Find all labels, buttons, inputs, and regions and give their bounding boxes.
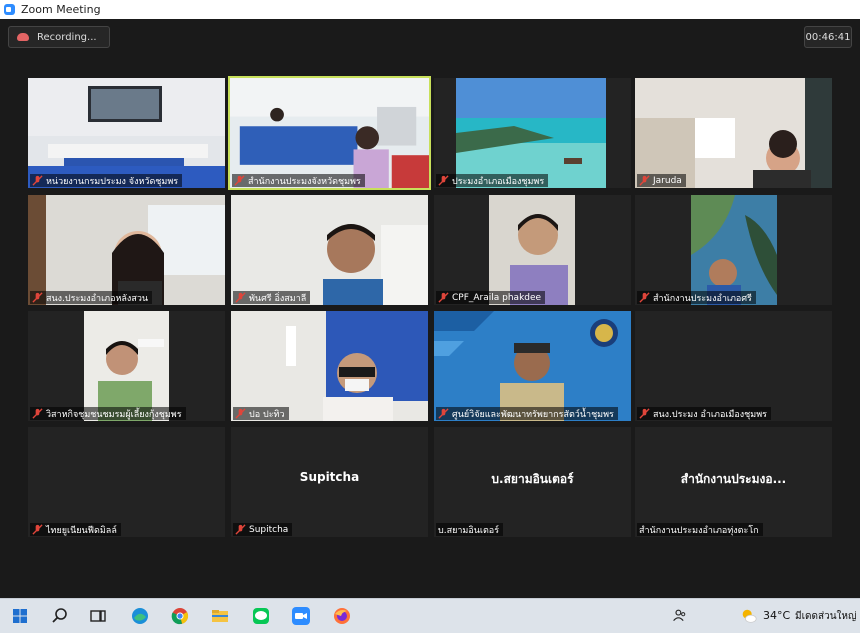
participant-tile[interactable]: สำนักงานประมงอ... สำนักงานประมงอำเภอทุ่ง… <box>635 427 832 537</box>
participant-video <box>231 195 428 305</box>
participant-name-label: บ.สยามอินเตอร์ <box>436 523 504 536</box>
participant-tile[interactable]: วิสาหกิจชุมชนชมรมผู้เลี้ยงกุ้งชุมพร <box>28 311 225 421</box>
people-icon[interactable] <box>672 607 688 623</box>
participant-display-name: บ.สยามอินเตอร์ <box>491 472 574 486</box>
mic-muted-icon <box>438 175 449 186</box>
weather-condition[interactable]: มีเดดส่วนใหญ่ <box>795 609 857 624</box>
zoom-logo-icon <box>4 4 15 15</box>
file-explorer-icon[interactable] <box>210 606 230 626</box>
participant-name-label: ปอ ปะทิว <box>233 407 289 420</box>
participant-name-label: Supitcha <box>233 523 293 536</box>
mic-muted-icon <box>32 524 43 535</box>
participant-tile[interactable]: ปอ ปะทิว <box>231 311 428 421</box>
participant-name-label: สำนักงานประมงอำเภอทุ่งตะโก <box>637 523 763 536</box>
participant-tile[interactable]: พันศรี อิ่งสมาลี <box>231 195 428 305</box>
home-video <box>635 78 832 188</box>
participant-tile[interactable]: CPF_Araila phakdee <box>434 195 631 305</box>
line-app-icon[interactable] <box>251 606 271 626</box>
mic-muted-icon <box>438 292 449 303</box>
participant-name-label: สนง.ประมง อำเภอเมืองชุมพร <box>637 407 771 420</box>
edge-browser-icon[interactable] <box>130 606 150 626</box>
aerial-background-video <box>635 195 832 305</box>
participant-name-label: วิสาหกิจชุมชนชมรมผู้เลี้ยงกุ้งชุมพร <box>30 407 186 420</box>
participant-name-label: CPF_Araila phakdee <box>436 291 546 304</box>
mic-muted-icon <box>235 292 246 303</box>
beach-background-video <box>434 78 631 188</box>
mic-muted-icon <box>639 175 650 186</box>
weather-partly-cloudy-icon[interactable] <box>740 607 758 625</box>
participant-name-label: ประมงอำเภอเมืองชุมพร <box>436 174 549 187</box>
participant-display-name: Supitcha <box>299 470 360 484</box>
meeting-timer: 00:46:41 <box>804 26 852 48</box>
weather-temperature[interactable]: 34°C <box>763 609 790 622</box>
meeting-room-video <box>28 78 225 188</box>
window-title: Zoom Meeting <box>21 3 101 16</box>
participant-display-name: สำนักงานประมงอ... <box>680 472 787 486</box>
recording-label: Recording... <box>37 31 97 43</box>
search-icon[interactable] <box>50 606 70 626</box>
video-gallery: Recording... 00:46:41 หน่วยงานกรมประมง จ… <box>0 19 860 598</box>
windows-taskbar: 34°C มีเดดส่วนใหญ่ <box>0 598 860 633</box>
participant-video <box>28 195 225 305</box>
participant-name-label: Jaruda <box>637 174 686 187</box>
mic-muted-icon <box>32 408 43 419</box>
participant-name-label: พันศรี อิ่งสมาลี <box>233 291 311 304</box>
mic-muted-icon <box>639 408 650 419</box>
participant-tile[interactable]: ไทยยูเนียนฟีดมิลล์ <box>28 427 225 537</box>
participant-tile[interactable]: Jaruda <box>635 78 832 188</box>
participant-tile[interactable]: ศูนย์วิจัยและพัฒนาทรัพยากรสัตว์น้ำชุมพร <box>434 311 631 421</box>
office-video <box>230 78 429 188</box>
recording-indicator[interactable]: Recording... <box>8 26 110 48</box>
window-titlebar: Zoom Meeting <box>0 0 860 19</box>
participant-tile[interactable]: สำนักงานประมงอำเภอศรี <box>635 195 832 305</box>
participant-video <box>28 311 225 421</box>
zoom-app-icon[interactable] <box>291 606 311 626</box>
participant-name-label: ศูนย์วิจัยและพัฒนาทรัพยากรสัตว์น้ำชุมพร <box>436 407 618 420</box>
participant-tile-active-speaker[interactable]: สำนักงานประมงจังหวัดชุมพร <box>228 76 431 190</box>
mic-muted-icon <box>32 175 43 186</box>
participant-tile[interactable]: สนง.ประมง อำเภอเมืองชุมพร <box>635 311 832 421</box>
cloud-record-icon <box>17 33 29 41</box>
mic-muted-icon <box>234 175 245 186</box>
mic-muted-icon <box>32 292 43 303</box>
chrome-browser-icon[interactable] <box>170 606 190 626</box>
participant-tile[interactable]: บ.สยามอินเตอร์ บ.สยามอินเตอร์ <box>434 427 631 537</box>
task-view-icon[interactable] <box>88 606 108 626</box>
participant-name-label: สำนักงานประมงจังหวัดชุมพร <box>232 174 365 187</box>
mic-muted-icon <box>235 408 246 419</box>
participant-name-label: ไทยยูเนียนฟีดมิลล์ <box>30 523 121 536</box>
mic-muted-icon <box>438 408 449 419</box>
firefox-browser-icon[interactable] <box>332 606 352 626</box>
participant-tile[interactable]: หน่วยงานกรมประมง จังหวัดชุมพร <box>28 78 225 188</box>
mic-muted-icon <box>235 524 246 535</box>
official-background-video <box>434 311 631 421</box>
windows-start-icon[interactable] <box>10 606 30 626</box>
participant-video <box>231 311 428 421</box>
participant-tile[interactable]: สนง.ประมงอำเภอหลังสวน <box>28 195 225 305</box>
participant-tile[interactable]: ประมงอำเภอเมืองชุมพร <box>434 78 631 188</box>
mic-muted-icon <box>639 292 650 303</box>
participant-name-label: สำนักงานประมงอำเภอศรี <box>637 291 756 304</box>
participant-name-label: สนง.ประมงอำเภอหลังสวน <box>30 291 153 304</box>
participant-name-label: หน่วยงานกรมประมง จังหวัดชุมพร <box>30 174 183 187</box>
participant-tile[interactable]: Supitcha Supitcha <box>231 427 428 537</box>
participant-video <box>434 195 631 305</box>
